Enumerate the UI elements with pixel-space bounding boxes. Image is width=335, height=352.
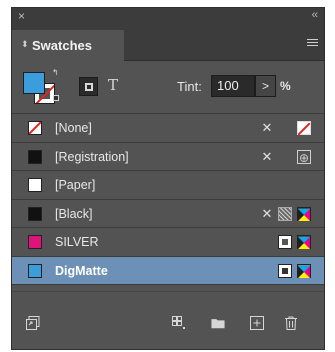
fill-stroke-proxy[interactable] — [23, 72, 55, 104]
swatch-name: [Black] — [55, 206, 93, 221]
fill-swatch[interactable] — [23, 72, 45, 94]
swatch-name: DigMatte — [55, 263, 108, 278]
swatch-row-paper[interactable]: [Paper] — [12, 171, 324, 200]
close-icon[interactable]: × — [18, 9, 25, 23]
swatch-chip — [28, 263, 42, 278]
collapse-icon[interactable]: ‹‹ — [312, 8, 318, 23]
swatch-row-registration[interactable]: [Registration] ✕ ⊕ — [12, 143, 324, 171]
swatch-chip — [28, 178, 42, 192]
swatch-name: [Paper] — [55, 178, 96, 192]
swatch-chip — [28, 235, 42, 249]
tab-label: Swatches — [32, 38, 92, 53]
process-color-icon — [278, 206, 292, 221]
swap-fill-stroke-icon[interactable]: ↰ — [52, 69, 59, 77]
swatch-chip — [28, 149, 42, 164]
swatch-name: SILVER — [55, 235, 99, 249]
tint-slider-button[interactable]: > — [255, 75, 276, 97]
container-icon — [85, 83, 93, 91]
show-swatch-kinds-icon[interactable] — [26, 316, 40, 330]
panel-titlebar[interactable]: × ‹‹ — [12, 8, 324, 25]
swatch-list: [None] ✕ [Registration] ✕ ⊕ [Paper] [Bla… — [12, 113, 324, 290]
spot-color-icon — [278, 263, 292, 278]
swatches-panel: × ‹‹ ⬍ Swatches ↰ T Tint: 100 > % [None] — [11, 7, 325, 350]
non-editable-icon: ✕ — [261, 205, 273, 221]
swatch-chip — [28, 206, 42, 221]
default-fill-stroke-icon[interactable] — [53, 95, 59, 101]
swatch-row-black[interactable]: [Black] ✕ — [12, 200, 324, 228]
swatch-name: [None] — [55, 121, 92, 135]
new-swatch-icon[interactable] — [250, 316, 264, 330]
cmyk-mode-icon — [297, 235, 311, 249]
trash-icon[interactable] — [284, 316, 298, 330]
tab-swatches[interactable]: ⬍ Swatches — [12, 30, 124, 61]
tint-label: Tint: — [177, 79, 202, 94]
swatch-controls: ↰ T Tint: 100 > % — [12, 62, 324, 112]
panel-tab-bar: ⬍ Swatches — [12, 25, 324, 61]
folder-icon[interactable] — [211, 316, 225, 330]
swatch-row-none[interactable]: [None] ✕ — [12, 114, 324, 143]
swatch-chip — [28, 121, 42, 135]
panel-bottom-bar — [12, 291, 324, 349]
swatch-row-silver[interactable]: SILVER — [12, 228, 324, 257]
registration-swatch-icon: ⊕ — [297, 149, 311, 165]
none-swatch-icon — [297, 121, 311, 136]
spot-color-icon — [278, 235, 292, 249]
new-color-group-icon[interactable] — [172, 316, 186, 330]
swatch-name: [Registration] — [55, 149, 129, 164]
tint-unit: % — [280, 79, 291, 93]
panel-menu-icon[interactable] — [307, 39, 318, 48]
cmyk-mode-icon — [297, 206, 311, 221]
swatch-row-digmatte[interactable]: DigMatte — [12, 256, 324, 285]
non-editable-icon: ✕ — [261, 120, 273, 135]
cmyk-mode-icon — [297, 263, 311, 278]
formatting-affects-container-button[interactable] — [79, 77, 98, 96]
formatting-affects-text-button[interactable]: T — [108, 75, 118, 95]
tint-input[interactable]: 100 — [211, 75, 255, 97]
tab-expand-arrows-icon: ⬍ — [21, 39, 29, 49]
non-editable-icon: ✕ — [261, 148, 273, 164]
